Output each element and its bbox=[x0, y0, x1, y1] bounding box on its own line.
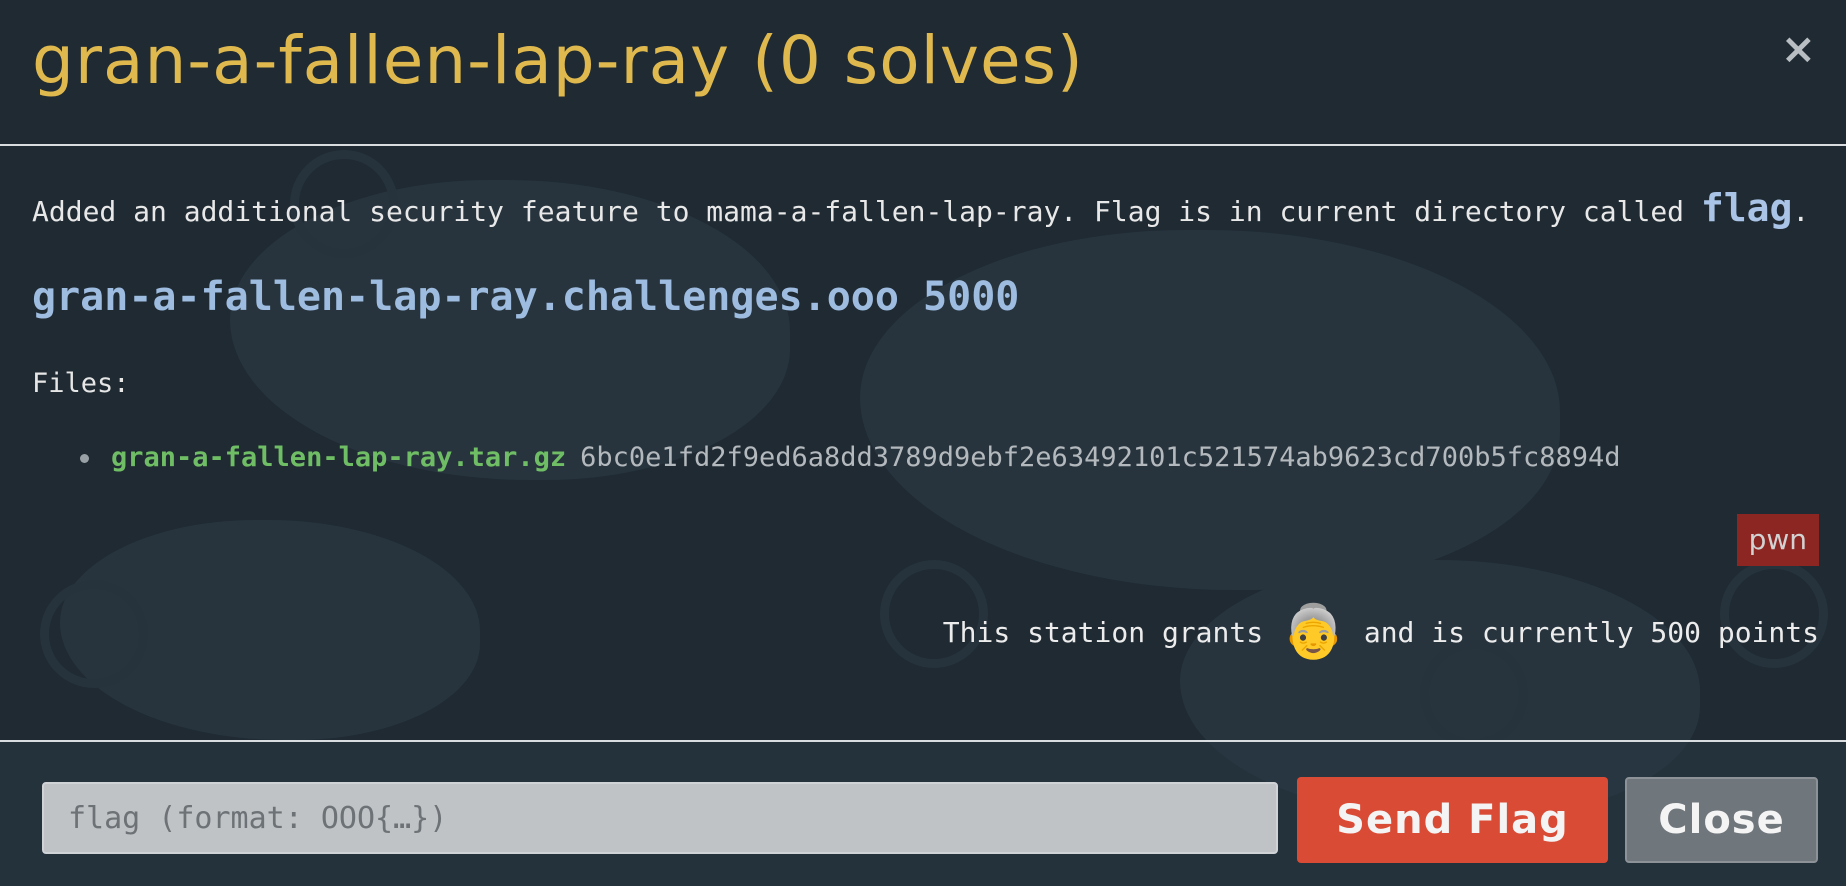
modal-body: Added an additional security feature to … bbox=[0, 146, 1846, 740]
points-text: and is currently 500 points bbox=[1363, 615, 1819, 649]
close-button[interactable]: Close bbox=[1625, 777, 1818, 863]
description-suffix: . bbox=[1792, 195, 1810, 228]
grandmother-emoji-icon: 👵 bbox=[1281, 602, 1346, 662]
file-download-link[interactable]: gran-a-fallen-lap-ray.tar.gz bbox=[111, 442, 566, 473]
modal-header: gran-a-fallen-lap-ray (0 solves) × bbox=[0, 0, 1846, 146]
close-icon[interactable]: × bbox=[1781, 28, 1816, 70]
modal-footer: Send Flag Close bbox=[0, 740, 1846, 886]
description-code: flag bbox=[1700, 186, 1793, 230]
challenge-endpoint: gran-a-fallen-lap-ray.challenges.ooo 500… bbox=[32, 274, 1020, 320]
grants-text: This station grants bbox=[942, 615, 1264, 649]
file-hash: 6bc0e1fd2f9ed6a8dd3789d9ebf2e63492101c52… bbox=[580, 442, 1621, 473]
send-flag-button[interactable]: Send Flag bbox=[1297, 777, 1608, 863]
category-tag: pwn bbox=[1736, 514, 1819, 566]
station-grants: This station grants 👵 and is currently 5… bbox=[943, 606, 1819, 658]
flag-input[interactable] bbox=[42, 782, 1278, 854]
bullet-icon bbox=[80, 454, 89, 463]
modal-title: gran-a-fallen-lap-ray (0 solves) bbox=[32, 22, 1084, 99]
files-label: Files: bbox=[32, 368, 130, 399]
challenge-description: Added an additional security feature to … bbox=[32, 186, 1809, 230]
file-list-item: gran-a-fallen-lap-ray.tar.gz 6bc0e1fd2f9e… bbox=[80, 442, 1621, 473]
description-text: Added an additional security feature to … bbox=[32, 195, 1701, 228]
challenge-modal: gran-a-fallen-lap-ray (0 solves) × Added… bbox=[0, 0, 1846, 886]
